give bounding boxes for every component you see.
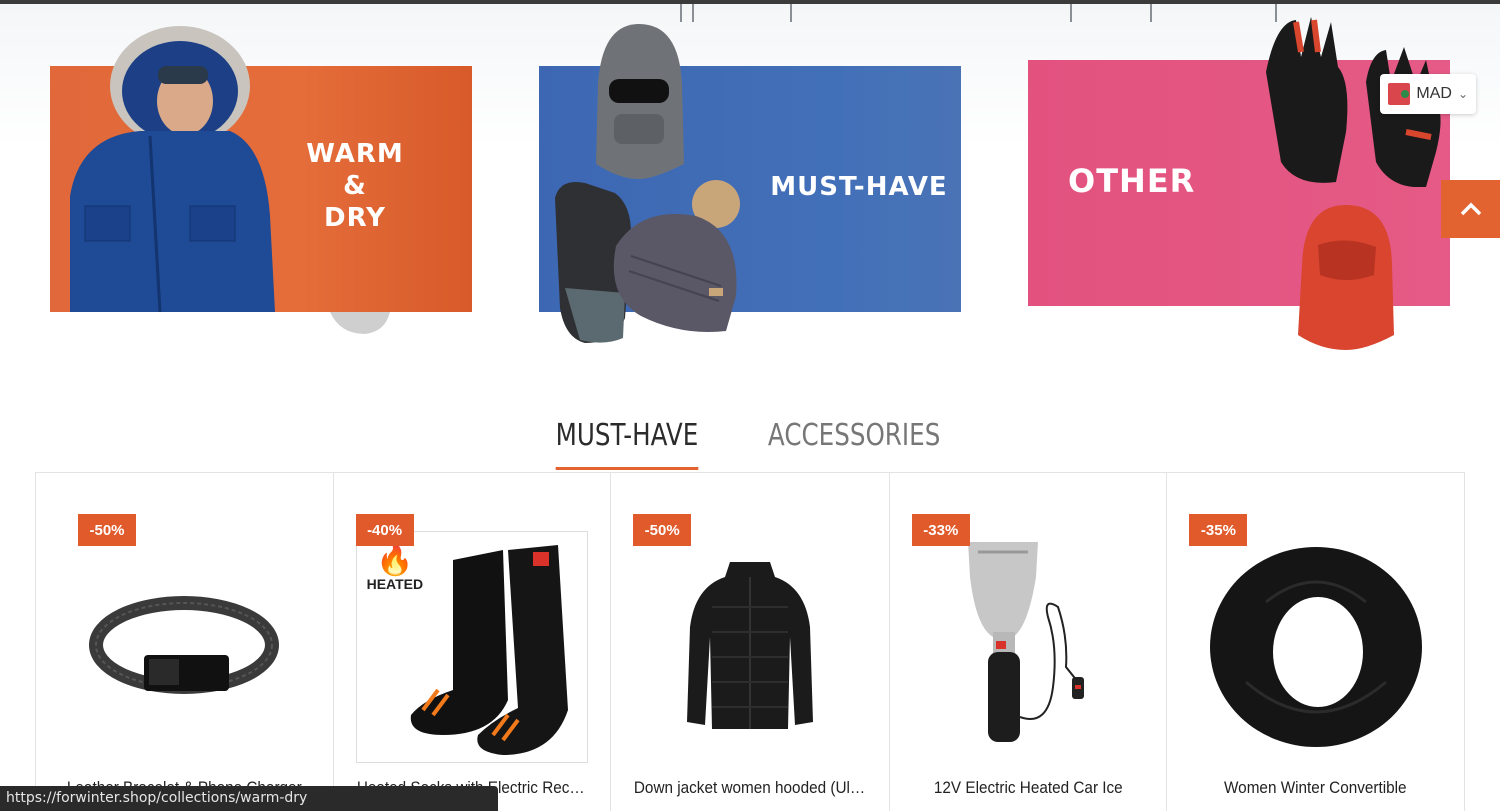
heated-socks-image [410,545,568,755]
banner-must-have[interactable]: MUST-HAVE [539,24,961,343]
scroll-to-top-button[interactable] [1441,180,1500,238]
banner-title: WARM & DRY [290,138,420,234]
product-image[interactable] [56,529,313,765]
discount-badge: -40% [355,514,414,546]
link-status-bar: https://forwinter.shop/collections/warm-… [0,786,498,811]
red-balaclava-image [1298,205,1394,350]
product-name[interactable]: 12V Electric Heated Car Ice [913,778,1144,798]
product-image[interactable]: 🔥 HEATED [355,531,588,763]
discount-badge: -50% [78,514,136,546]
tab-accessories[interactable]: ACCESSORIES [768,418,940,470]
snow-decoration [790,4,792,22]
glove-fragment-image [330,312,390,334]
product-card[interactable]: -50% Leather Bracelet & Phone Charger [36,473,334,811]
currency-code: MAD [1416,85,1452,102]
product-image[interactable] [1187,529,1444,765]
banner-warm-dry[interactable]: WARM & DRY [50,26,472,334]
collection-tabs: MUST-HAVE ACCESSORIES [0,418,1500,470]
product-image[interactable] [910,529,1147,765]
down-jacket-image [686,562,813,729]
discount-badge: -35% [1189,514,1248,546]
beanie-image [613,180,740,332]
banner-title: MUST-HAVE [770,172,948,202]
product-card[interactable]: -50% Down jacket women hooded (Ultra Li.… [611,473,890,811]
snow-decoration [1070,4,1072,22]
product-card[interactable]: -40% 🔥 HEATED Heated Socks with Electric… [334,473,612,811]
tab-must-have[interactable]: MUST-HAVE [556,418,699,470]
infinity-scarf-image [1209,547,1422,747]
banner-title-line: & [343,171,367,201]
snow-decoration [680,4,682,22]
banner-title-line: DRY [323,203,386,233]
car-ice-scraper-image [968,542,1085,742]
snow-decoration [1150,4,1152,22]
chevron-down-icon: ⌄ [1457,87,1468,101]
chevron-up-icon [1460,202,1481,216]
product-card[interactable]: -33% 12V Electric Heated Car Ice [890,473,1168,811]
product-grid: -50% Leather Bracelet & Phone Charger -4… [35,472,1465,811]
currency-selector[interactable]: MAD ⌄ [1380,74,1476,114]
product-card[interactable]: -35% Women Winter Convertible [1167,473,1464,811]
banner-title-line: WARM [306,139,404,169]
product-image[interactable] [631,529,869,765]
discount-badge: -33% [911,514,970,546]
leather-bracelet-image [89,596,280,694]
discount-badge: -50% [633,514,692,546]
product-name[interactable]: Down jacket women hooded (Ultra Li... [634,778,866,798]
snow-decoration [692,4,694,22]
balaclava-image [596,24,684,179]
banner-title: OTHER [1068,162,1196,200]
man-parka-image [70,26,275,312]
morocco-flag-icon [1388,83,1411,105]
product-name[interactable]: Women Winter Convertible [1191,778,1440,798]
